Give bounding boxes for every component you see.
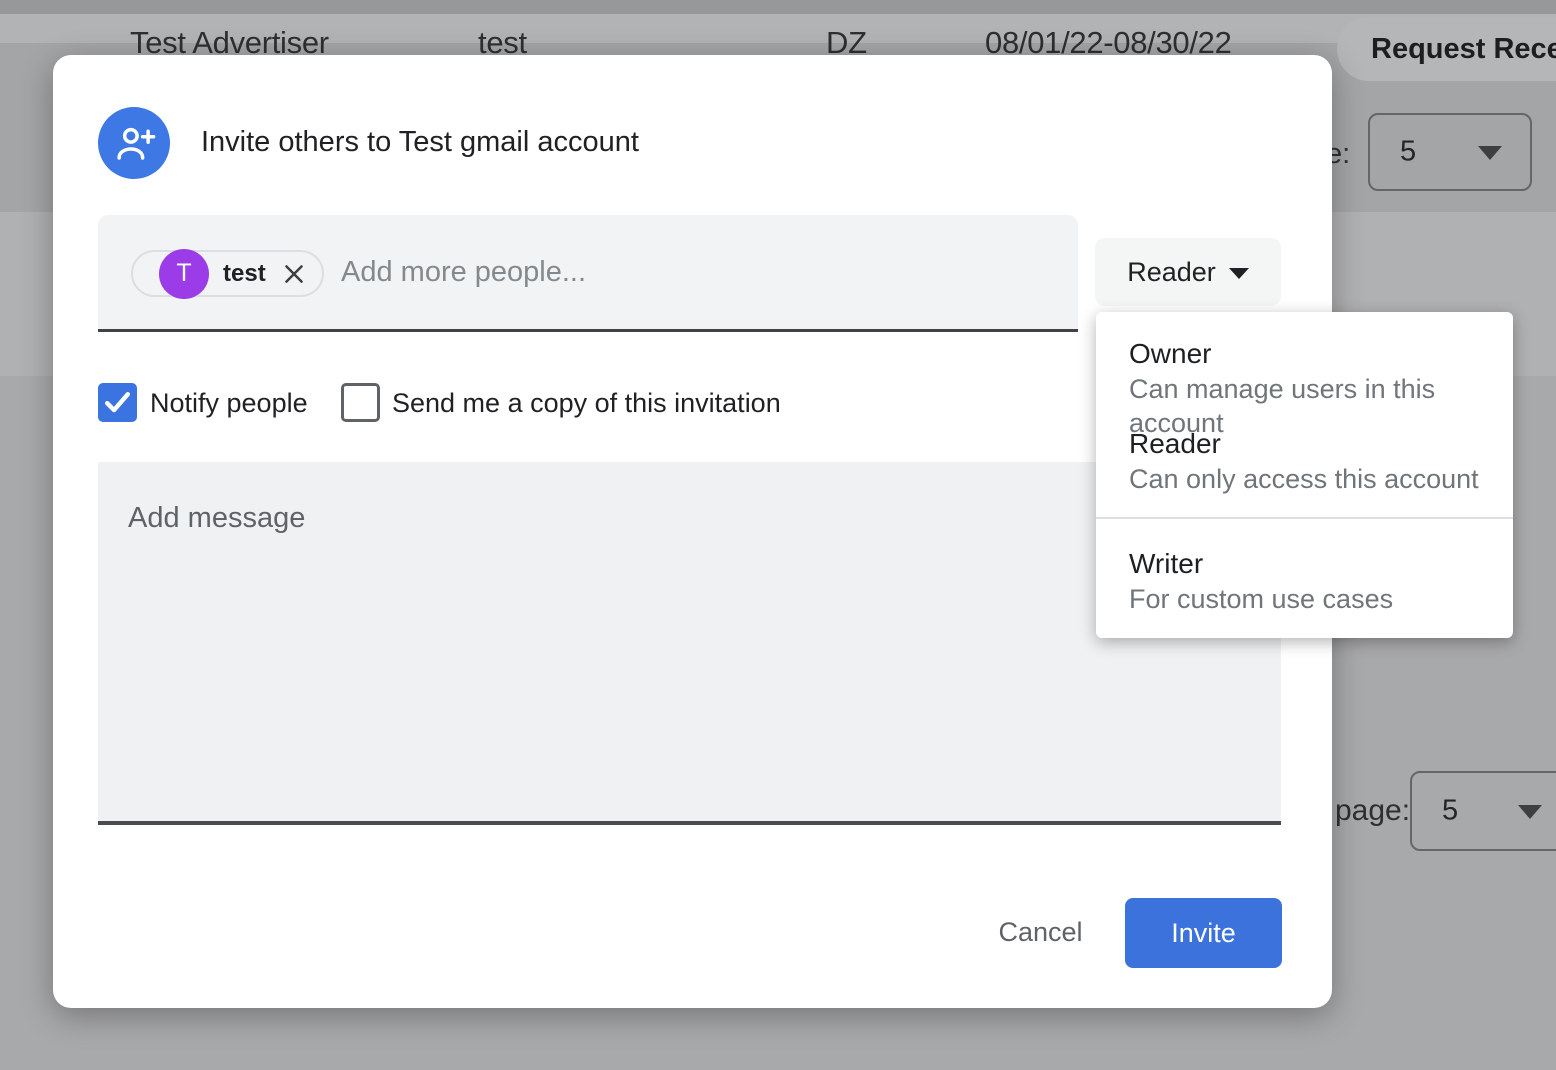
send-copy-label: Send me a copy of this invitation bbox=[392, 388, 781, 419]
menu-item-owner[interactable]: Owner Can manage users in this account bbox=[1096, 336, 1513, 440]
caret-down-icon bbox=[1518, 805, 1542, 819]
rows-per-page-select[interactable]: 5 bbox=[1368, 113, 1532, 191]
person-add-icon bbox=[98, 107, 170, 179]
cancel-button[interactable]: Cancel bbox=[968, 900, 1113, 964]
role-selector-button[interactable]: Reader bbox=[1095, 238, 1281, 306]
role-selector-value: Reader bbox=[1127, 257, 1216, 288]
notify-people-label: Notify people bbox=[150, 388, 308, 419]
people-field[interactable]: T test bbox=[98, 215, 1078, 332]
rows-per-page-value: 5 bbox=[1400, 136, 1416, 169]
status-badge[interactable]: Request Received bbox=[1337, 17, 1556, 81]
role-menu: Owner Can manage users in this account R… bbox=[1096, 312, 1513, 638]
page: Test Advertiser test DZ 08/01/22-08/30/2… bbox=[0, 0, 1556, 1070]
send-copy-checkbox[interactable] bbox=[341, 383, 380, 422]
recipient-chip[interactable]: T test bbox=[131, 250, 324, 297]
background-band bbox=[0, 0, 1556, 14]
dialog-title: Invite others to Test gmail account bbox=[201, 126, 639, 159]
menu-divider bbox=[1096, 517, 1513, 519]
menu-item-name: Owner bbox=[1129, 336, 1493, 372]
caret-down-icon bbox=[1478, 146, 1502, 160]
avatar: T bbox=[159, 249, 209, 299]
menu-item-writer[interactable]: Writer For custom use cases bbox=[1096, 546, 1513, 616]
menu-item-name: Writer bbox=[1129, 546, 1493, 582]
menu-item-reader[interactable]: Reader Can only access this account bbox=[1096, 426, 1513, 496]
add-people-input[interactable] bbox=[341, 215, 981, 329]
caret-down-icon bbox=[1229, 268, 1249, 279]
invite-button[interactable]: Invite bbox=[1125, 898, 1282, 968]
chip-label: test bbox=[223, 260, 266, 288]
menu-item-description: For custom use cases bbox=[1129, 582, 1493, 616]
rows-per-page-value: 5 bbox=[1442, 795, 1458, 828]
close-icon[interactable] bbox=[280, 260, 308, 288]
menu-item-name: Reader bbox=[1129, 426, 1493, 462]
rows-per-page-select[interactable]: 5 bbox=[1410, 771, 1556, 851]
menu-item-description: Can only access this account bbox=[1129, 462, 1493, 496]
rows-per-page-label: page: bbox=[1335, 794, 1410, 828]
notify-people-checkbox[interactable] bbox=[98, 383, 137, 422]
